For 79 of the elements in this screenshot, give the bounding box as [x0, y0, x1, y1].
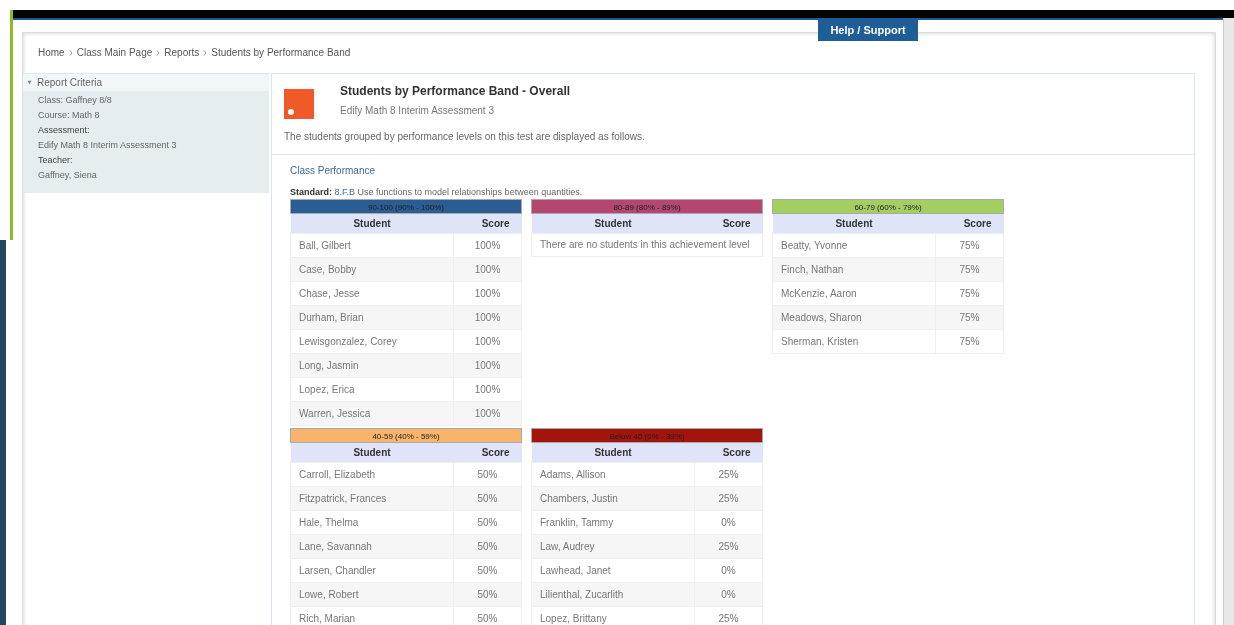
triangle-icon[interactable] [27, 80, 32, 85]
table-cell: 100% [453, 377, 522, 402]
column-header: Score [935, 214, 1004, 234]
table-cell: 100% [453, 233, 522, 258]
table-cell: McKenzie, Aaron [772, 281, 936, 306]
table-cell: 50% [453, 462, 522, 487]
table-cell: Lilienthal, Zucarlith [531, 582, 695, 607]
column-header: Student [531, 443, 695, 463]
column-header: Score [453, 214, 522, 234]
table-cell: Beatty, Yvonne [772, 233, 936, 258]
table-cell: 75% [935, 329, 1004, 354]
band-header: 40-59 (40% - 59%) [290, 428, 522, 443]
scrollbar[interactable] [1223, 18, 1234, 625]
criteria-text: Teacher: [38, 154, 74, 167]
breadcrumb-link[interactable]: Class Main Page [76, 47, 153, 58]
table-cell: 100% [453, 281, 522, 306]
band-header: Below 40 (0% - 39%) [531, 428, 763, 443]
criteria-text: Edify Math 8 Interim Assessment 3 [38, 139, 178, 152]
report-subtitle: Edify Math 8 Interim Assessment 3 [340, 105, 495, 116]
chevron-icon [203, 49, 208, 56]
table-cell: Lawhead, Janet [531, 558, 695, 583]
criteria-text: Course: Math 8 [38, 109, 101, 122]
band-header: 80-89 (80% - 89%) [531, 199, 763, 214]
table-cell: 25% [694, 462, 763, 487]
criteria-text: Gaffney, Siena [38, 169, 98, 182]
criteria-text: Class: Gaffney 8/8 [38, 94, 113, 107]
report-description: The students grouped by performance levels on this test are displayed as follows. [272, 119, 1194, 155]
table-cell: Carroll, Elizabeth [290, 462, 454, 487]
standard-text: Standard: 8.F.B Use functions to model relationships between quantities. [290, 187, 584, 197]
report-title: Students by Performance Band - Overall [340, 83, 571, 98]
table-cell: Franklin, Tammy [531, 510, 695, 535]
criteria-text: Assessment: [38, 124, 91, 137]
table-cell: 0% [694, 558, 763, 583]
table-cell: Chambers, Justin [531, 486, 695, 511]
table-cell: Sherman, Kristen [772, 329, 936, 354]
table-cell: Chase, Jesse [290, 281, 454, 306]
band-header: 90-100 (90% - 100%) [290, 199, 522, 214]
column-header: Student [290, 214, 454, 234]
chevron-icon [68, 49, 73, 56]
table-cell: Ball, Gilbert [290, 233, 454, 258]
table-cell: Warren, Jessica [290, 401, 454, 426]
table-cell: Lopez, Erica [290, 377, 454, 402]
table-cell: Adams, Allison [531, 462, 695, 487]
column-header: Student [772, 214, 936, 234]
band-header: 60-79 (60% - 79%) [772, 199, 1004, 214]
table-cell: Lopez, Brittany [531, 606, 695, 625]
chevron-icon [156, 49, 161, 56]
table-cell: Lewisgonzalez, Corey [290, 329, 454, 354]
column-header: Student [531, 214, 695, 234]
breadcrumb-link[interactable]: Reports [164, 47, 200, 58]
column-header: Student [290, 443, 454, 463]
table-cell: Finch, Nathan [772, 257, 936, 282]
table-cell: Case, Bobby [290, 257, 454, 282]
table-cell: Lane, Savannah [290, 534, 454, 559]
column-header: Score [694, 214, 763, 234]
table-cell: Fitzpatrick, Frances [290, 486, 454, 511]
table-cell: Lowe, Robert [290, 582, 454, 607]
table-cell: Long, Jasmin [290, 353, 454, 378]
table-cell: Rich, Marian [290, 606, 454, 625]
table-cell: Meadows, Sharon [772, 305, 936, 330]
help-support-button[interactable]: Help / Support [818, 18, 918, 41]
table-cell: 75% [935, 233, 1004, 258]
empty-message: There are no students in this achievement level [531, 233, 763, 257]
table-cell: 50% [453, 558, 522, 583]
table-cell: 0% [694, 510, 763, 535]
table-cell: Hale, Thelma [290, 510, 454, 535]
table-cell: Durham, Brian [290, 305, 454, 330]
report-criteria-title[interactable]: Report Criteria [37, 77, 103, 88]
table-cell: 75% [935, 281, 1004, 306]
column-header: Score [694, 443, 763, 463]
table-cell: 50% [453, 510, 522, 535]
table-cell: Law, Audrey [531, 534, 695, 559]
report-logo-icon [284, 89, 314, 119]
breadcrumb-link[interactable]: Students by Performance Band [211, 47, 351, 58]
column-header: Score [453, 443, 522, 463]
section-title: Class Performance [290, 165, 377, 176]
breadcrumb-link[interactable]: Home [38, 47, 65, 58]
table-cell: 100% [453, 329, 522, 354]
table-cell: Larsen, Chandler [290, 558, 454, 583]
